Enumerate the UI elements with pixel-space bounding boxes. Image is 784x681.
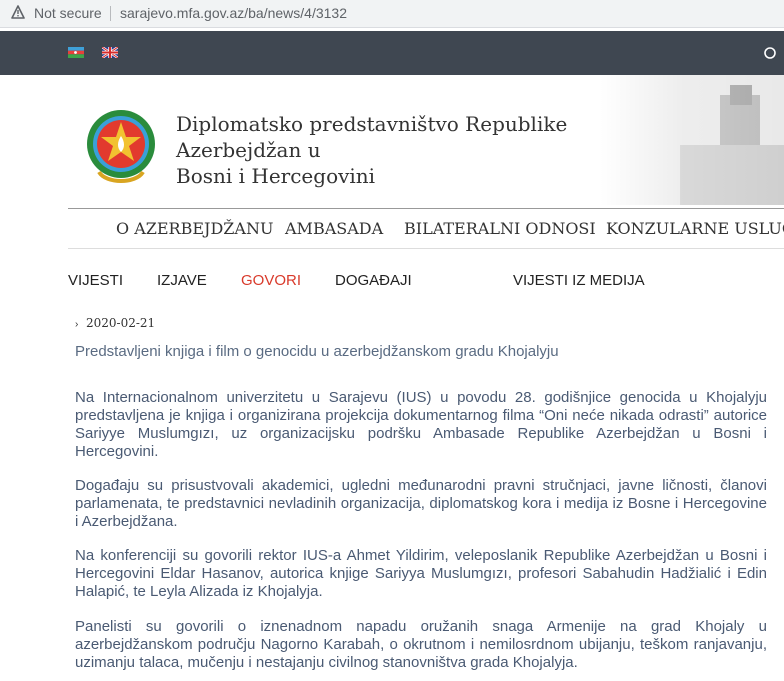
url-field[interactable]: sarajevo.mfa.gov.az/ba/news/4/3132 bbox=[120, 5, 347, 21]
site-title[interactable]: Diplomatsko predstavništvo Republike Aze… bbox=[176, 111, 676, 189]
nav-item-ambasada[interactable]: AMBASADA bbox=[285, 219, 383, 238]
warning-icon bbox=[11, 5, 25, 19]
browser-address-bar: Not secure sarajevo.mfa.gov.az/ba/news/4… bbox=[0, 0, 784, 28]
main-navigation: O AZERBEJDŽANU AMBASADA BILATERALNI ODNO… bbox=[0, 219, 784, 243]
subnav-item-vijesti-iz-medija[interactable]: VIJESTI IZ MEDIJA bbox=[513, 272, 645, 289]
article-paragraph-2: Događaju su prisustvovali akademici, ugl… bbox=[75, 477, 767, 530]
subnav-item-govori[interactable]: GOVORI bbox=[241, 272, 301, 289]
article-paragraph-4: Panelisti su govorili o iznenadnom napad… bbox=[75, 618, 767, 671]
site-title-line1: Diplomatsko predstavništvo Republike Aze… bbox=[176, 112, 568, 162]
chevron-right-icon: › bbox=[75, 319, 79, 330]
site-title-line2: Bosni i Hercegovini bbox=[176, 164, 376, 188]
subnav-item-izjave[interactable]: IZJAVE bbox=[157, 272, 207, 289]
emblem-logo bbox=[87, 110, 155, 183]
main-nav-bottom-divider bbox=[68, 248, 784, 249]
article-title[interactable]: Predstavljeni knjiga i film o genocidu u… bbox=[75, 343, 559, 360]
security-status[interactable]: Not secure bbox=[34, 5, 102, 21]
address-divider bbox=[110, 6, 111, 21]
flag-az-icon[interactable] bbox=[68, 47, 84, 58]
subnav-item-dogadaji[interactable]: DOGAĐAJI bbox=[335, 272, 412, 289]
article-date: 2020-02-21 bbox=[86, 316, 156, 330]
main-nav-top-divider bbox=[68, 208, 784, 209]
article-paragraph-1: Na Internacionalnom univerzitetu u Saraj… bbox=[75, 389, 767, 460]
nav-item-azerbejdzan[interactable]: O AZERBEJDŽANU bbox=[116, 219, 273, 238]
article-paragraph-3: Na konferenciji su govorili rektor IUS-a… bbox=[75, 547, 767, 600]
search-icon[interactable] bbox=[763, 46, 777, 60]
nav-item-bilateralni-odnosi[interactable]: BILATERALNI ODNOSI bbox=[404, 219, 596, 238]
subnav-item-vijesti[interactable]: VIJESTI bbox=[68, 272, 123, 289]
nav-item-konzularne-usluge[interactable]: KONZULARNE USLUGE bbox=[606, 219, 784, 238]
flag-uk-icon[interactable] bbox=[102, 47, 118, 58]
